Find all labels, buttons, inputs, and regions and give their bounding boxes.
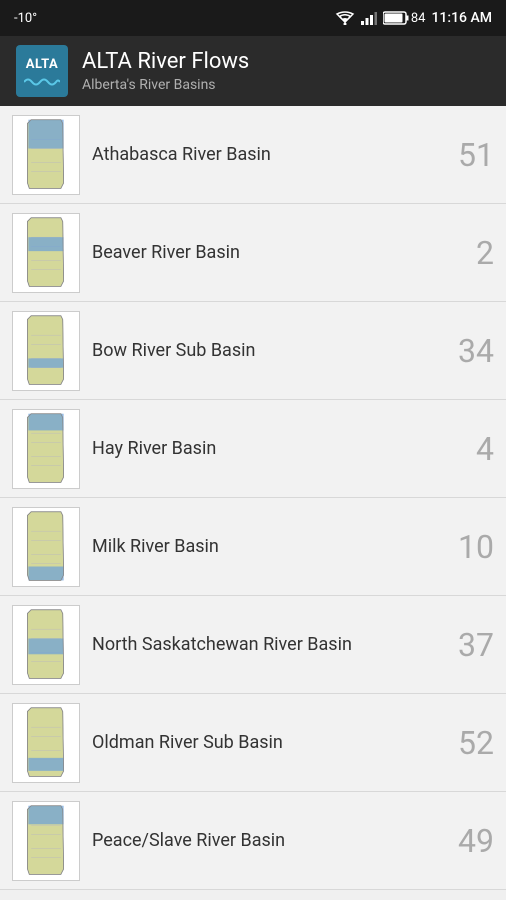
basin-map — [12, 703, 80, 783]
list-item[interactable]: Oldman River Sub Basin 52 — [0, 694, 506, 792]
basin-list: Athabasca River Basin 51 Beaver River Ba… — [0, 106, 506, 900]
basin-name: Oldman River Sub Basin — [92, 732, 432, 753]
basin-count: 10 — [444, 528, 494, 566]
list-item[interactable]: Hay River Basin 4 — [0, 400, 506, 498]
basin-count: 4 — [444, 430, 494, 468]
basin-count: 34 — [444, 332, 494, 370]
battery-level: 84 — [383, 11, 426, 26]
basin-name: Milk River Basin — [92, 536, 432, 557]
basin-name: Beaver River Basin — [92, 242, 432, 263]
logo-wave-icon — [24, 74, 60, 86]
list-item[interactable]: Bow River Sub Basin 34 — [0, 302, 506, 400]
basin-map — [12, 409, 80, 489]
app-logo: ALTA — [16, 45, 68, 97]
basin-count: 52 — [444, 724, 494, 762]
basin-count: 37 — [444, 626, 494, 664]
basin-map — [12, 213, 80, 293]
basin-count: 49 — [444, 822, 494, 860]
signal-icon — [361, 11, 377, 25]
list-item[interactable]: North Saskatchewan River Basin 37 — [0, 596, 506, 694]
basin-name: Bow River Sub Basin — [92, 340, 432, 361]
list-item[interactable]: Peace/Slave River Basin 49 — [0, 792, 506, 890]
logo-text: ALTA — [26, 57, 58, 72]
basin-name: Peace/Slave River Basin — [92, 830, 432, 851]
list-item[interactable]: Athabasca River Basin 51 — [0, 106, 506, 204]
basin-count: 2 — [444, 234, 494, 272]
status-bar: -10° 84 11:16 AM — [0, 0, 506, 36]
basin-name: Hay River Basin — [92, 438, 432, 459]
temperature-display: -10° — [14, 11, 37, 26]
basin-name: North Saskatchewan River Basin — [92, 634, 432, 655]
toolbar: ALTA ALTA River Flows Alberta's River Ba… — [0, 36, 506, 106]
list-item[interactable]: Beaver River Basin 2 — [0, 204, 506, 302]
status-icons: 84 11:16 AM — [335, 10, 492, 26]
app-subtitle: Alberta's River Basins — [82, 77, 249, 93]
basin-map — [12, 507, 80, 587]
battery-icon — [383, 11, 409, 25]
basin-count: 51 — [444, 136, 494, 174]
basin-map — [12, 605, 80, 685]
toolbar-text: ALTA River Flows Alberta's River Basins — [82, 49, 249, 93]
list-item[interactable]: Milk River Basin 10 — [0, 498, 506, 596]
basin-map — [12, 115, 80, 195]
app-title: ALTA River Flows — [82, 49, 249, 75]
basin-map — [12, 801, 80, 881]
basin-map — [12, 311, 80, 391]
time-display: 11:16 AM — [431, 10, 492, 26]
wifi-icon — [335, 11, 355, 25]
basin-name: Athabasca River Basin — [92, 144, 432, 165]
